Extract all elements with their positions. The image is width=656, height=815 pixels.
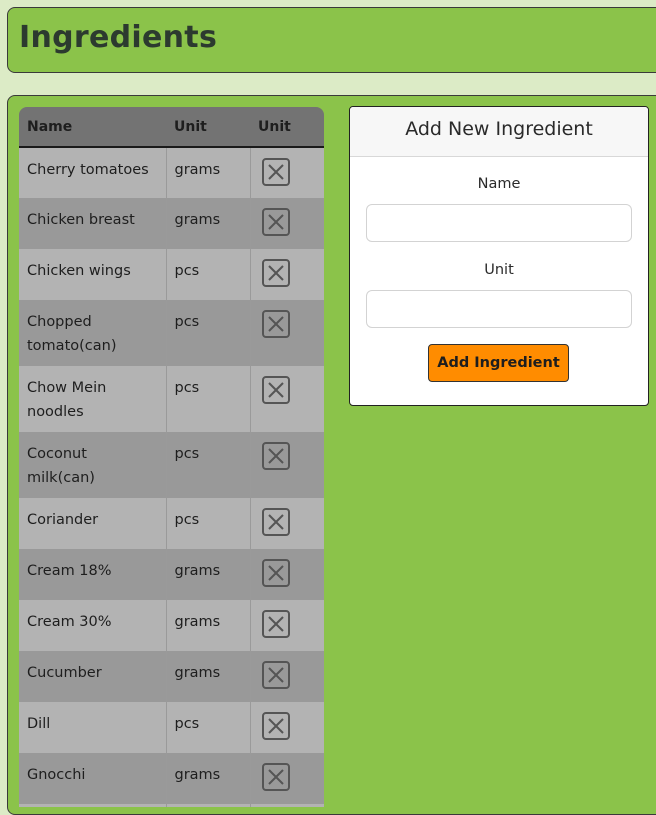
delete-cell <box>250 498 324 549</box>
delete-cell <box>250 432 324 498</box>
delete-button[interactable] <box>261 158 290 186</box>
ingredient-unit: pcs <box>166 366 251 432</box>
close-icon <box>267 514 284 530</box>
delete-button[interactable] <box>261 208 290 236</box>
ingredient-unit: grams <box>166 198 251 249</box>
close-icon <box>267 382 284 398</box>
ingredients-table: Name Unit Unit Cherry tomatoes grams Chick… <box>19 107 324 807</box>
ingredient-unit <box>166 804 251 807</box>
unit-input[interactable] <box>366 290 632 328</box>
ingredient-unit: grams <box>166 549 251 600</box>
table-row: Cucumber grams <box>19 651 324 702</box>
ingredient-name: Chow Mein noodles <box>19 366 167 432</box>
delete-cell <box>250 549 324 600</box>
table-header-row: Name Unit Unit <box>19 107 324 148</box>
ingredient-name: Chopped tomato(can) <box>19 300 167 366</box>
ingredient-unit: pcs <box>166 249 251 300</box>
table-row: Chow Mein noodles pcs <box>19 366 324 432</box>
close-icon <box>267 565 284 581</box>
close-icon <box>267 667 284 683</box>
close-icon <box>267 616 284 632</box>
delete-cell <box>250 147 324 198</box>
close-icon <box>267 316 284 332</box>
ingredient-name: Gnocchi <box>19 753 167 804</box>
column-header-unit: Unit <box>166 107 250 148</box>
delete-button[interactable] <box>261 259 290 287</box>
table-row: Dill pcs <box>19 702 324 753</box>
ingredient-name: Chicken wings <box>19 249 167 300</box>
delete-cell <box>250 249 324 300</box>
delete-cell <box>250 600 324 651</box>
close-icon <box>267 448 284 464</box>
table-row: Coriander pcs <box>19 498 324 549</box>
column-header-delete: Unit <box>250 107 324 148</box>
table-row <box>19 804 324 807</box>
ingredient-unit: grams <box>166 651 251 702</box>
table-row: Coconut milk(can) pcs <box>19 432 324 498</box>
ingredient-name: Coriander <box>19 498 167 549</box>
close-icon <box>267 214 284 230</box>
ingredient-name: Dill <box>19 702 167 753</box>
unit-label: Unit <box>484 262 514 278</box>
ingredient-unit: pcs <box>166 432 251 498</box>
name-input[interactable] <box>366 204 632 242</box>
delete-button[interactable] <box>261 508 290 536</box>
delete-button[interactable] <box>261 310 290 338</box>
name-label: Name <box>477 176 521 192</box>
close-icon <box>267 769 284 785</box>
delete-button[interactable] <box>261 763 290 791</box>
close-icon <box>267 164 284 180</box>
table-row: Cherry tomatoes grams <box>19 147 324 198</box>
ingredient-name: Coconut milk(can) <box>19 432 167 498</box>
delete-cell <box>250 804 324 807</box>
page-header: Ingredients <box>7 7 656 73</box>
table-row: Chicken breast grams <box>19 198 324 249</box>
table-row: Chopped tomato(can) pcs <box>19 300 324 366</box>
ingredient-name: Cream 30% <box>19 600 167 651</box>
ingredient-name <box>19 804 167 807</box>
delete-cell <box>250 300 324 366</box>
ingredient-unit: pcs <box>166 300 251 366</box>
ingredient-unit: grams <box>166 600 251 651</box>
delete-button[interactable] <box>261 559 290 587</box>
add-ingredient-card: Add New Ingredient Name Unit Add Ingredi… <box>349 106 649 406</box>
delete-cell <box>250 651 324 702</box>
ingredient-name: Cherry tomatoes <box>19 147 167 198</box>
delete-button[interactable] <box>261 661 290 689</box>
ingredient-unit: pcs <box>166 702 251 753</box>
delete-button[interactable] <box>261 610 290 638</box>
ingredient-name: Cream 18% <box>19 549 167 600</box>
delete-cell <box>250 702 324 753</box>
delete-button[interactable] <box>261 712 290 740</box>
table-row: Cream 30% grams <box>19 600 324 651</box>
card-title: Add New Ingredient <box>350 107 648 157</box>
delete-cell <box>250 753 324 804</box>
table-row: Cream 18% grams <box>19 549 324 600</box>
delete-cell <box>250 198 324 249</box>
close-icon <box>267 718 284 734</box>
ingredient-name: Chicken breast <box>19 198 167 249</box>
ingredient-unit: grams <box>166 147 251 198</box>
table-row: Gnocchi grams <box>19 753 324 804</box>
ingredient-unit: grams <box>166 753 251 804</box>
delete-cell <box>250 366 324 432</box>
column-header-name: Name <box>19 107 166 148</box>
close-icon <box>267 265 284 281</box>
delete-button[interactable] <box>261 442 290 470</box>
table-row: Chicken wings pcs <box>19 249 324 300</box>
ingredient-name: Cucumber <box>19 651 167 702</box>
ingredient-unit: pcs <box>166 498 251 549</box>
page-title: Ingredients <box>19 20 218 55</box>
delete-button[interactable] <box>261 376 290 404</box>
add-ingredient-button[interactable]: Add Ingredient <box>428 344 569 382</box>
ingredients-table-container: Name Unit Unit Cherry tomatoes grams Chick… <box>19 107 324 807</box>
